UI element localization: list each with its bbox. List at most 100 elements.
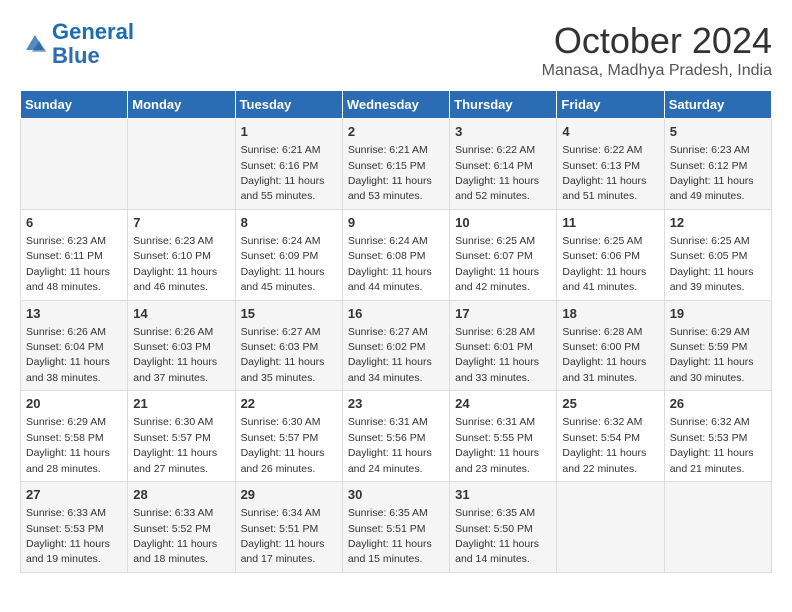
calendar-table: SundayMondayTuesdayWednesdayThursdayFrid… [20,90,772,573]
week-row-4: 20 Sunrise: 6:29 AMSunset: 5:58 PMDayligh… [21,391,772,482]
day-info: Sunrise: 6:32 AMSunset: 5:54 PMDaylight:… [562,416,646,474]
day-info: Sunrise: 6:29 AMSunset: 5:59 PMDaylight:… [670,326,754,384]
day-info: Sunrise: 6:35 AMSunset: 5:51 PMDaylight:… [348,507,432,565]
day-info: Sunrise: 6:34 AMSunset: 5:51 PMDaylight:… [241,507,325,565]
calendar-cell: 8 Sunrise: 6:24 AMSunset: 6:09 PMDaylight… [235,209,342,300]
day-info: Sunrise: 6:28 AMSunset: 6:00 PMDaylight:… [562,326,646,384]
day-number: 3 [455,123,551,141]
day-number: 24 [455,395,551,413]
day-info: Sunrise: 6:30 AMSunset: 5:57 PMDaylight:… [133,416,217,474]
calendar-cell [21,119,128,210]
calendar-cell: 30 Sunrise: 6:35 AMSunset: 5:51 PMDayligh… [342,482,449,573]
day-info: Sunrise: 6:28 AMSunset: 6:01 PMDaylight:… [455,326,539,384]
page-header: General Blue October 2024 Manasa, Madhya… [20,20,772,80]
calendar-cell: 10 Sunrise: 6:25 AMSunset: 6:07 PMDayligh… [450,209,557,300]
calendar-cell: 3 Sunrise: 6:22 AMSunset: 6:14 PMDaylight… [450,119,557,210]
weekday-monday: Monday [128,91,235,119]
calendar-body: 1Sunrise: 6:21 AMSunset: 6:16 PMDaylight… [21,119,772,573]
day-info: Sunrise: 6:24 AMSunset: 6:09 PMDaylight:… [241,235,325,293]
day-number: 22 [241,395,337,413]
day-info: Sunrise: 6:24 AMSunset: 6:08 PMDaylight:… [348,235,432,293]
day-number: 21 [133,395,229,413]
calendar-cell: 9Sunrise: 6:24 AMSunset: 6:08 PMDaylight… [342,209,449,300]
day-info: Sunrise: 6:33 AMSunset: 5:52 PMDaylight:… [133,507,217,565]
calendar-cell: 13 Sunrise: 6:26 AMSunset: 6:04 PMDayligh… [21,300,128,391]
calendar-cell [664,482,771,573]
day-info: Sunrise: 6:32 AMSunset: 5:53 PMDaylight:… [670,416,754,474]
day-info: Sunrise: 6:25 AMSunset: 6:07 PMDaylight:… [455,235,539,293]
week-row-1: 1Sunrise: 6:21 AMSunset: 6:16 PMDaylight… [21,119,772,210]
day-number: 16 [348,305,444,323]
week-row-2: 6 Sunrise: 6:23 AMSunset: 6:11 PMDaylight… [21,209,772,300]
calendar-cell [557,482,664,573]
day-info: Sunrise: 6:27 AMSunset: 6:03 PMDaylight:… [241,326,325,384]
day-number: 31 [455,486,551,504]
title-block: October 2024 Manasa, Madhya Pradesh, Ind… [542,20,772,80]
weekday-thursday: Thursday [450,91,557,119]
day-number: 27 [26,486,122,504]
day-number: 13 [26,305,122,323]
calendar-cell: 31 Sunrise: 6:35 AMSunset: 5:50 PMDayligh… [450,482,557,573]
day-number: 8 [241,214,337,232]
day-info: Sunrise: 6:23 AMSunset: 6:12 PMDaylight:… [670,144,754,202]
day-number: 19 [670,305,766,323]
week-row-5: 27 Sunrise: 6:33 AMSunset: 5:53 PMDayligh… [21,482,772,573]
location: Manasa, Madhya Pradesh, India [542,62,772,80]
day-info: Sunrise: 6:22 AMSunset: 6:14 PMDaylight:… [455,144,539,202]
calendar-cell: 7Sunrise: 6:23 AMSunset: 6:10 PMDaylight… [128,209,235,300]
day-info: Sunrise: 6:26 AMSunset: 6:03 PMDaylight:… [133,326,217,384]
day-info: Sunrise: 6:31 AMSunset: 5:55 PMDaylight:… [455,416,539,474]
day-number: 10 [455,214,551,232]
day-info: Sunrise: 6:23 AMSunset: 6:11 PMDaylight:… [26,235,110,293]
calendar-cell: 12 Sunrise: 6:25 AMSunset: 6:05 PMDayligh… [664,209,771,300]
day-info: Sunrise: 6:31 AMSunset: 5:56 PMDaylight:… [348,416,432,474]
day-number: 30 [348,486,444,504]
calendar-cell: 6 Sunrise: 6:23 AMSunset: 6:11 PMDaylight… [21,209,128,300]
day-number: 11 [562,214,658,232]
weekday-wednesday: Wednesday [342,91,449,119]
day-info: Sunrise: 6:27 AMSunset: 6:02 PMDaylight:… [348,326,432,384]
day-number: 25 [562,395,658,413]
day-info: Sunrise: 6:30 AMSunset: 5:57 PMDaylight:… [241,416,325,474]
day-info: Sunrise: 6:35 AMSunset: 5:50 PMDaylight:… [455,507,539,565]
calendar-cell: 11Sunrise: 6:25 AMSunset: 6:06 PMDayligh… [557,209,664,300]
day-number: 12 [670,214,766,232]
day-number: 5 [670,123,766,141]
day-number: 29 [241,486,337,504]
calendar-cell: 25 Sunrise: 6:32 AMSunset: 5:54 PMDayligh… [557,391,664,482]
day-number: 26 [670,395,766,413]
day-info: Sunrise: 6:29 AMSunset: 5:58 PMDaylight:… [26,416,110,474]
day-info: Sunrise: 6:33 AMSunset: 5:53 PMDaylight:… [26,507,110,565]
month-title: October 2024 [542,20,772,62]
day-info: Sunrise: 6:21 AMSunset: 6:16 PMDaylight:… [241,144,325,202]
calendar-cell: 2 Sunrise: 6:21 AMSunset: 6:15 PMDaylight… [342,119,449,210]
calendar-cell: 5 Sunrise: 6:23 AMSunset: 6:12 PMDaylight… [664,119,771,210]
day-number: 4 [562,123,658,141]
logo-text: General Blue [52,20,134,68]
logo-icon [20,29,50,59]
calendar-cell: 17 Sunrise: 6:28 AMSunset: 6:01 PMDayligh… [450,300,557,391]
calendar-cell: 27 Sunrise: 6:33 AMSunset: 5:53 PMDayligh… [21,482,128,573]
day-number: 17 [455,305,551,323]
calendar-cell [128,119,235,210]
calendar-cell: 4Sunrise: 6:22 AMSunset: 6:13 PMDaylight… [557,119,664,210]
day-number: 28 [133,486,229,504]
day-number: 2 [348,123,444,141]
calendar-cell: 19 Sunrise: 6:29 AMSunset: 5:59 PMDayligh… [664,300,771,391]
day-number: 7 [133,214,229,232]
day-info: Sunrise: 6:26 AMSunset: 6:04 PMDaylight:… [26,326,110,384]
day-number: 20 [26,395,122,413]
calendar-cell: 20 Sunrise: 6:29 AMSunset: 5:58 PMDayligh… [21,391,128,482]
day-number: 6 [26,214,122,232]
calendar-cell: 28 Sunrise: 6:33 AMSunset: 5:52 PMDayligh… [128,482,235,573]
calendar-cell: 29 Sunrise: 6:34 AMSunset: 5:51 PMDayligh… [235,482,342,573]
calendar-cell: 1Sunrise: 6:21 AMSunset: 6:16 PMDaylight… [235,119,342,210]
weekday-saturday: Saturday [664,91,771,119]
logo-line1: General [52,19,134,44]
day-number: 23 [348,395,444,413]
calendar-cell: 18Sunrise: 6:28 AMSunset: 6:00 PMDayligh… [557,300,664,391]
weekday-row: SundayMondayTuesdayWednesdayThursdayFrid… [21,91,772,119]
weekday-sunday: Sunday [21,91,128,119]
day-info: Sunrise: 6:21 AMSunset: 6:15 PMDaylight:… [348,144,432,202]
day-info: Sunrise: 6:25 AMSunset: 6:05 PMDaylight:… [670,235,754,293]
